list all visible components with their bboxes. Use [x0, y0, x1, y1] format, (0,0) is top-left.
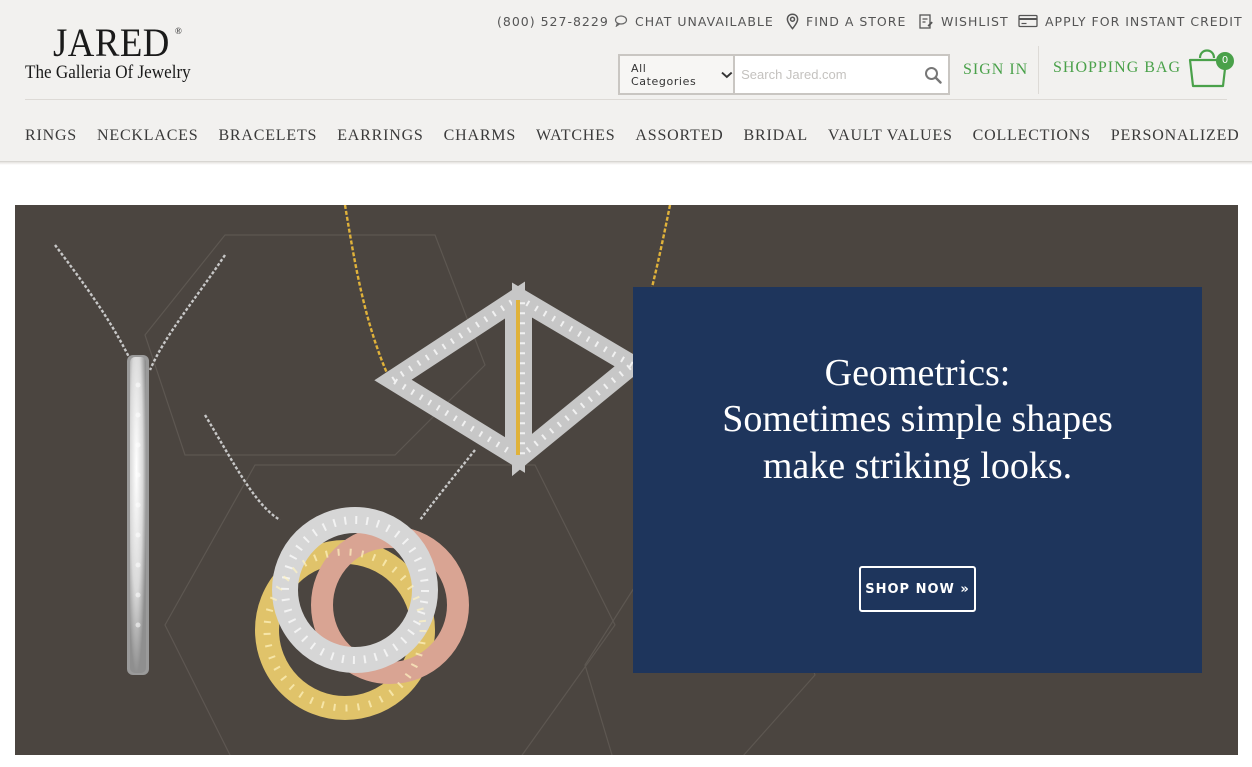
logo-tagline: The Galleria Of Jewelry: [25, 62, 191, 83]
header-divider: [1038, 46, 1039, 94]
logo-registered-mark: ®: [175, 26, 182, 36]
instant-credit-label: APPLY FOR INSTANT CREDIT: [1045, 13, 1243, 29]
hero-banner[interactable]: Geometrics: Sometimes simple shapes make…: [15, 205, 1238, 755]
search-icon: [924, 66, 942, 84]
map-pin-icon: [786, 12, 799, 30]
promo-panel: Geometrics: Sometimes simple shapes make…: [633, 287, 1202, 673]
nav-item-personalized[interactable]: PERSONALIZED: [1111, 126, 1240, 146]
nav-item-assorted[interactable]: ASSORTED: [635, 126, 723, 146]
site-header: JARED ® The Galleria Of Jewelry (800) 52…: [0, 0, 1252, 162]
wishlist-icon: [919, 13, 933, 29]
category-dropdown-label: All Categories: [631, 61, 697, 88]
instant-credit-link[interactable]: APPLY FOR INSTANT CREDIT: [1018, 12, 1243, 30]
nav-item-bracelets[interactable]: BRACELETS: [218, 126, 317, 146]
nav-item-bridal[interactable]: BRIDAL: [744, 126, 808, 146]
nav-item-earrings[interactable]: EARRINGS: [337, 126, 423, 146]
promo-subtitle: Sometimes simple shapes make striking lo…: [722, 398, 1113, 487]
search-bar: All Categories: [618, 54, 950, 95]
logo-wordmark: JARED: [53, 20, 170, 65]
wishlist-link[interactable]: WISHLIST: [918, 12, 1009, 30]
chat-label: CHAT UNAVAILABLE: [635, 13, 774, 29]
chevron-down-icon: [721, 71, 733, 78]
wishlist-label: WISHLIST: [941, 13, 1009, 29]
main-nav: RINGS NECKLACES BRACELETS EARRINGS CHARMS WAT…: [25, 126, 1252, 146]
sign-in-link[interactable]: SIGN IN: [963, 60, 1028, 80]
credit-card-icon: [1018, 14, 1038, 28]
search-input[interactable]: [735, 56, 918, 93]
nav-item-rings[interactable]: RINGS: [25, 126, 77, 146]
jared-logo[interactable]: JARED ® The Galleria Of Jewelry: [25, 20, 225, 90]
search-button[interactable]: [917, 56, 948, 93]
bag-count-badge: 0: [1216, 52, 1234, 70]
nav-item-charms[interactable]: CHARMS: [444, 126, 516, 146]
nav-item-watches[interactable]: WATCHES: [536, 126, 615, 146]
phone-number: (800) 527-8229: [497, 13, 609, 29]
find-store-link[interactable]: FIND A STORE: [786, 12, 906, 30]
category-dropdown[interactable]: All Categories: [620, 56, 736, 93]
nav-item-necklaces[interactable]: NECKLACES: [97, 126, 198, 146]
promo-title: Geometrics:: [824, 352, 1011, 394]
header-shadow: [0, 162, 1252, 165]
nav-item-collections[interactable]: COLLECTIONS: [973, 126, 1091, 146]
chat-bubble-icon: [614, 15, 628, 27]
chat-link[interactable]: CHAT UNAVAILABLE: [614, 12, 774, 30]
header-rule: [25, 99, 1227, 100]
shopping-bag-link[interactable]: SHOPPING BAG: [1053, 58, 1181, 78]
shop-now-button[interactable]: SHOP NOW »: [859, 566, 976, 612]
nav-item-vault-values[interactable]: VAULT VALUES: [828, 126, 953, 146]
phone-link[interactable]: (800) 527-8229: [497, 12, 609, 30]
find-store-label: FIND A STORE: [806, 13, 907, 29]
